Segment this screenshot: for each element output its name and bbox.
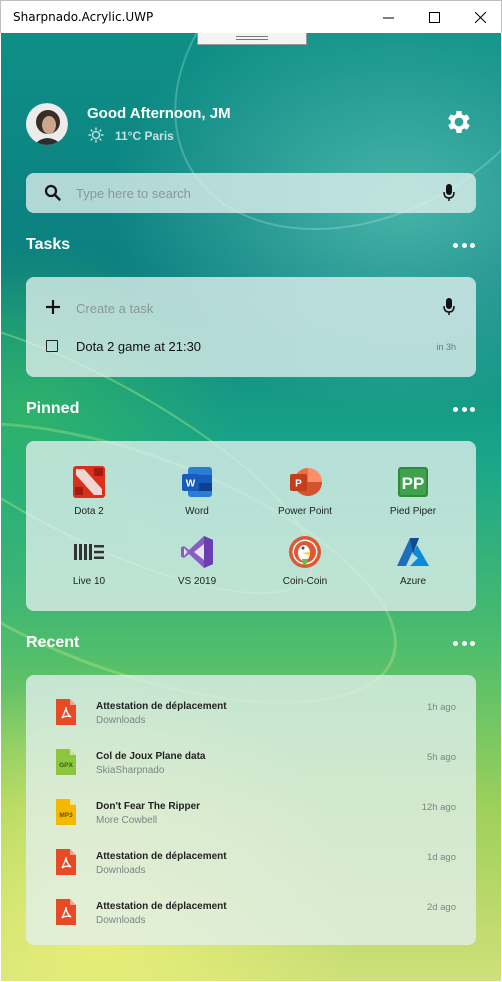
drag-handle[interactable] — [197, 33, 307, 45]
recent-item-name: Attestation de déplacement — [96, 851, 227, 862]
recent-more-button[interactable] — [453, 639, 475, 647]
maximize-icon — [428, 11, 440, 23]
more-dot-icon — [461, 640, 467, 646]
file-type-label: MP3 — [59, 812, 73, 819]
pinned-app-label: VS 2019 — [177, 576, 217, 587]
pinned-app-label: Pied Piper — [389, 506, 437, 517]
dota2-icon — [73, 466, 105, 498]
pinned-app-word[interactable]: W Word — [147, 465, 247, 525]
minimize-icon — [382, 17, 394, 18]
gear-icon[interactable] — [444, 107, 474, 137]
recent-item-name: Don't Fear The Ripper — [96, 801, 201, 812]
recent-item-time: 12h ago — [421, 802, 456, 813]
minimize-button[interactable] — [365, 1, 411, 33]
pinned-more-button[interactable] — [453, 405, 475, 413]
background-streak — [114, 33, 501, 298]
svg-text:PP: PP — [402, 474, 425, 493]
more-dot-icon — [470, 640, 475, 646]
plus-icon[interactable] — [46, 300, 60, 314]
gpx-file-icon: GPX — [56, 749, 76, 775]
pinned-app-azure[interactable]: Azure — [363, 535, 463, 595]
pdf-file-icon — [56, 849, 76, 875]
microphone-icon[interactable] — [443, 298, 455, 316]
create-task-input[interactable] — [76, 299, 416, 317]
pinned-app-label: Dota 2 — [74, 506, 104, 517]
weather-label: 11°C Paris — [115, 129, 174, 143]
close-icon — [474, 11, 486, 23]
recent-item-time: 2d ago — [426, 902, 456, 913]
sun-icon — [88, 127, 104, 143]
recent-item[interactable]: Attestation de déplacement Downloads 1h … — [26, 699, 476, 749]
tasks-card: Dota 2 game at 21:30 in 3h — [26, 277, 476, 377]
recent-item[interactable]: Attestation de déplacement Downloads 1d … — [26, 849, 476, 899]
maximize-button[interactable] — [411, 1, 457, 33]
azure-icon — [397, 538, 429, 566]
pinned-app-dota2[interactable]: Dota 2 — [39, 465, 139, 525]
recent-item-time: 5h ago — [426, 752, 456, 763]
file-type-label: GPX — [59, 762, 73, 769]
recent-item-location: Downloads — [96, 715, 146, 726]
mp3-file-icon: MP3 — [56, 799, 76, 825]
task-checkbox[interactable] — [46, 340, 58, 352]
greeting: Good Afternoon, JM — [87, 105, 231, 122]
recent-item-location: Downloads — [96, 915, 146, 926]
more-dot-icon — [470, 242, 475, 248]
pinned-app-label: Azure — [399, 576, 427, 587]
pinned-app-label: Live 10 — [72, 576, 106, 587]
recent-item[interactable]: GPX Col de Joux Plane data SkiaSharpnado… — [26, 749, 476, 799]
pinned-app-label: Power Point — [278, 506, 332, 517]
search-icon — [44, 184, 61, 201]
svg-text:W: W — [186, 479, 196, 490]
recent-item-name: Attestation de déplacement — [96, 701, 227, 712]
pinned-app-pied-piper[interactable]: PP Pied Piper — [363, 465, 463, 525]
recent-item-name: Attestation de déplacement — [96, 901, 227, 912]
more-dot-icon — [461, 406, 467, 412]
recent-item-location: SkiaSharpnado — [96, 765, 165, 776]
recent-item[interactable]: Attestation de déplacement Downloads 2d … — [26, 899, 476, 949]
avatar-image — [26, 103, 68, 145]
visual-studio-icon — [181, 536, 213, 568]
recent-item[interactable]: MP3 Don't Fear The Ripper More Cowbell 1… — [26, 799, 476, 849]
recent-card: Attestation de déplacement Downloads 1h … — [26, 675, 476, 945]
duckduckgo-icon — [289, 536, 321, 568]
pinned-app-live10[interactable]: Live 10 — [39, 535, 139, 595]
live10-icon — [74, 544, 104, 560]
avatar[interactable] — [26, 103, 68, 145]
more-dot-icon — [461, 242, 467, 248]
recent-item-location: More Cowbell — [96, 815, 158, 826]
more-dot-icon — [470, 406, 475, 412]
powerpoint-icon: P — [290, 468, 322, 496]
recent-item-name: Col de Joux Plane data — [96, 751, 206, 762]
pinned-app-vs2019[interactable]: VS 2019 — [147, 535, 247, 595]
pinned-card: Dota 2 W Word P Power Point PP Pied Pipe… — [26, 441, 476, 611]
pinned-title: Pinned — [26, 400, 80, 417]
search-bar[interactable] — [26, 173, 476, 213]
task-label[interactable]: Dota 2 game at 21:30 — [76, 339, 201, 354]
more-dot-icon — [453, 242, 458, 248]
recent-item-time: 1h ago — [426, 702, 456, 713]
pinned-app-powerpoint[interactable]: P Power Point — [255, 465, 355, 525]
pinned-app-coin-coin[interactable]: Coin-Coin — [255, 535, 355, 595]
pdf-file-icon — [56, 699, 76, 725]
microphone-icon[interactable] — [443, 184, 455, 202]
svg-text:P: P — [295, 479, 302, 490]
window-title: Sharpnado.Acrylic.UWP — [13, 10, 154, 24]
recent-title: Recent — [26, 634, 80, 651]
app-surface: Good Afternoon, JM 11°C Paris Tasks — [1, 33, 501, 981]
pinned-app-label: Coin-Coin — [282, 576, 328, 587]
search-input[interactable] — [76, 183, 426, 203]
recent-item-location: Downloads — [96, 865, 146, 876]
task-due: in 3h — [436, 342, 456, 352]
more-dot-icon — [453, 406, 458, 412]
more-dot-icon — [453, 640, 458, 646]
recent-item-time: 1d ago — [426, 852, 456, 863]
pdf-file-icon — [56, 899, 76, 925]
tasks-title: Tasks — [26, 236, 71, 253]
close-button[interactable] — [457, 1, 502, 33]
tasks-more-button[interactable] — [453, 241, 475, 249]
pied-piper-icon: PP — [398, 467, 428, 497]
word-icon: W — [182, 467, 212, 497]
pinned-app-label: Word — [185, 506, 209, 517]
window-titlebar: Sharpnado.Acrylic.UWP — [0, 0, 502, 33]
